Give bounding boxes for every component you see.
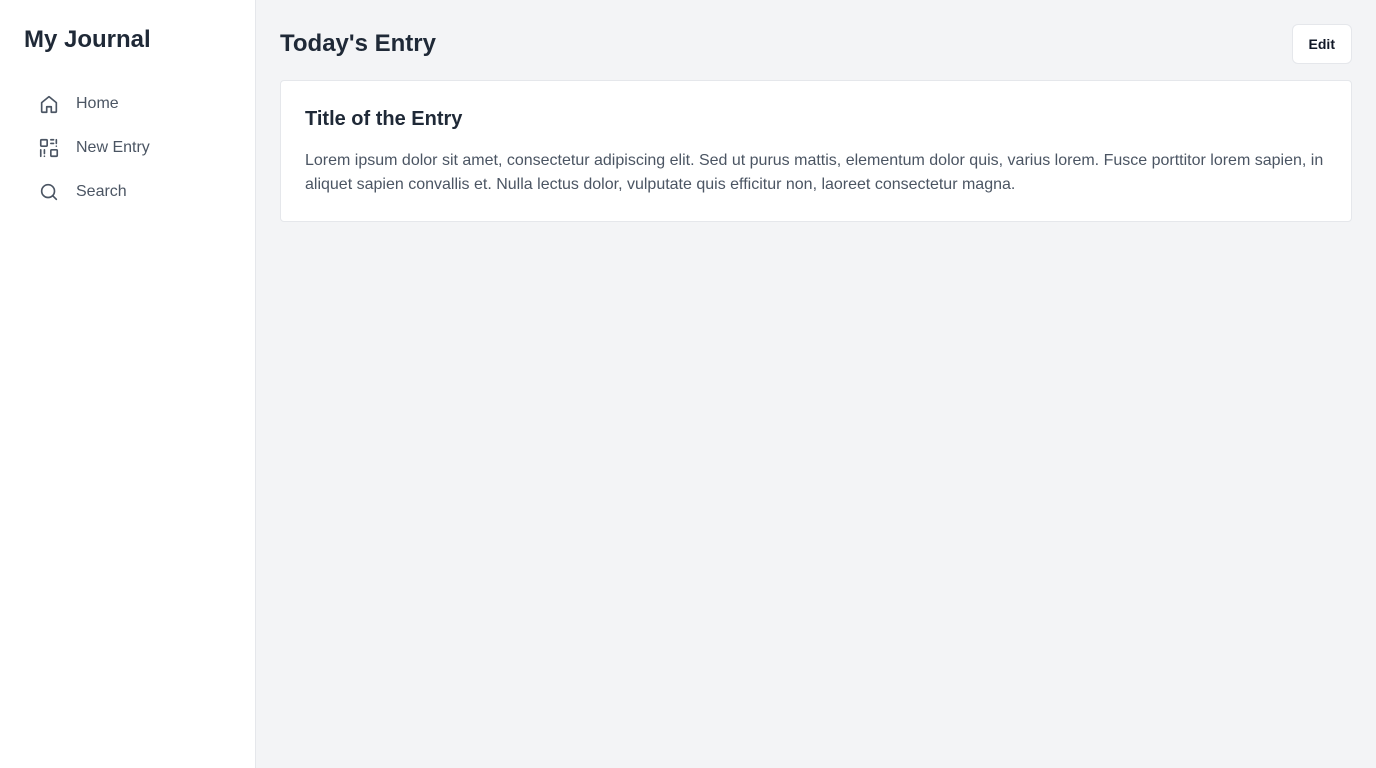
app-title: My Journal: [24, 26, 151, 53]
sidebar-item-home[interactable]: Home: [38, 82, 231, 126]
main-content: Today's Entry Edit Title of the Entry Lo…: [256, 0, 1376, 768]
sidebar-nav: Home New Entry Search: [24, 82, 231, 214]
home-icon: [38, 93, 60, 115]
new-entry-icon: [38, 137, 60, 159]
sidebar: My Journal Home New Entry Search: [0, 0, 256, 768]
entry-title: Title of the Entry: [305, 108, 463, 130]
app-root: My Journal Home New Entry Search Today's…: [0, 0, 1376, 768]
page-title: Today's Entry: [280, 30, 436, 57]
sidebar-item-search[interactable]: Search: [38, 170, 231, 214]
page-header: Today's Entry Edit: [280, 24, 1352, 64]
sidebar-item-label: Home: [76, 95, 119, 112]
sidebar-item-new-entry[interactable]: New Entry: [38, 126, 231, 170]
entry-body: Lorem ipsum dolor sit amet, consectetur …: [305, 152, 1324, 193]
sidebar-item-label: Search: [76, 183, 127, 200]
edit-button[interactable]: Edit: [1291, 24, 1352, 64]
search-icon: [38, 181, 60, 203]
entry-card: Title of the Entry Lorem ipsum dolor sit…: [280, 80, 1352, 222]
sidebar-item-label: New Entry: [76, 139, 150, 156]
